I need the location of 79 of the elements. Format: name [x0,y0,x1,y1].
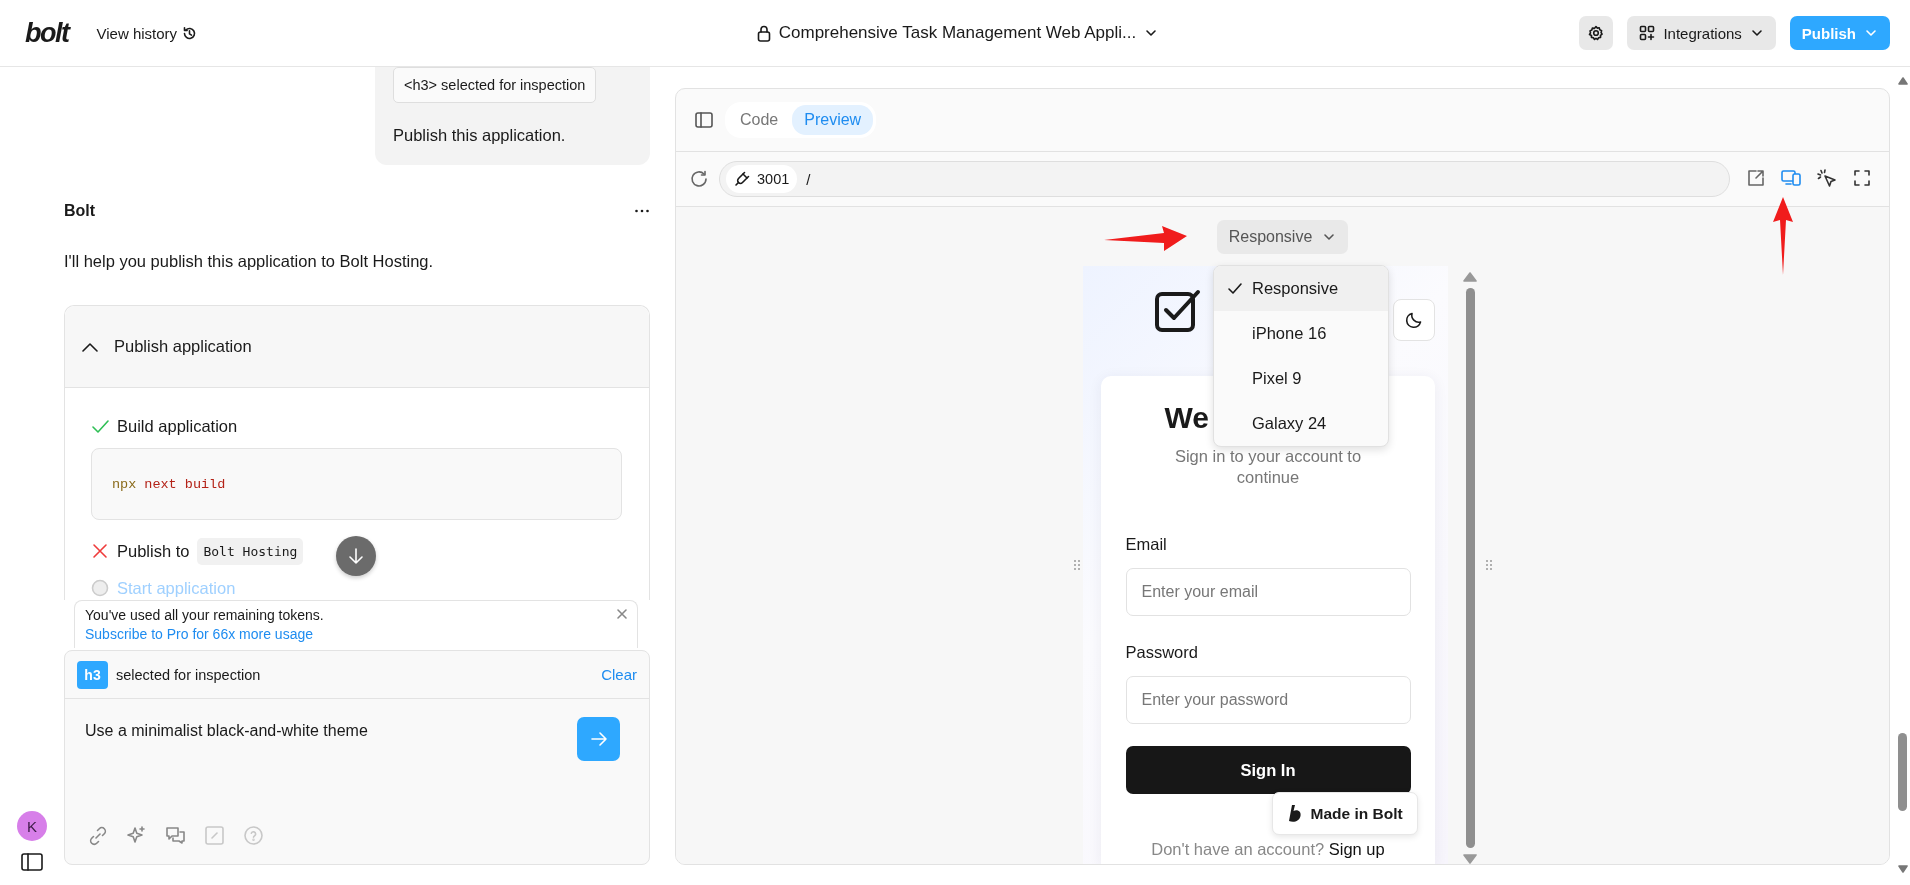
plug-icon [734,171,750,187]
message-input[interactable]: Use a minimalist black-and-white theme [85,719,505,743]
link-icon[interactable] [87,825,108,846]
inspection-label: selected for inspection [116,666,262,683]
send-button[interactable] [577,717,620,761]
chat-bubbles-icon[interactable] [165,825,186,846]
login-subtitle: Sign in to your account to continue [1173,446,1363,488]
grid-plus-icon [1639,25,1656,41]
settings-button[interactable] [1579,16,1614,50]
device-option[interactable]: Responsive [1214,266,1388,311]
device-option[interactable]: Galaxy 24 [1214,401,1388,446]
arrow-right-icon [588,729,609,749]
scrollbar-thumb[interactable] [1465,288,1475,848]
sidebar-toggle-icon[interactable] [21,853,43,871]
address-bar[interactable]: 3001 / [719,161,1730,197]
tab[interactable]: Code [728,105,791,135]
drag-handle-icon[interactable] [1484,559,1493,571]
arrow-down-icon [346,546,366,566]
sign-in-button[interactable]: Sign In [1125,746,1411,794]
history-icon [182,25,198,41]
url-path: / [806,170,811,188]
assistant-message: I'll help you publish this application to Bolt Hosting. [64,251,435,272]
scroll-down-icon[interactable] [1897,865,1908,873]
signup-link[interactable]: Sign up [1328,840,1385,858]
scroll-up-icon[interactable] [1463,272,1477,282]
settings-icon [1588,25,1605,41]
lock-icon [756,24,771,42]
scroll-up-icon[interactable] [1897,77,1908,85]
inline-code: Bolt Hosting [197,537,304,565]
pointer-icon[interactable] [1817,169,1837,189]
email-field[interactable]: Enter your email [1125,568,1411,616]
password-field[interactable]: Enter your password [1125,676,1411,724]
made-in-bolt-badge[interactable]: Made in Bolt [1271,792,1418,835]
chevron-up-icon [82,341,98,352]
code-arguments: next build [144,476,226,492]
code-command: npx [112,476,137,492]
fullscreen-icon[interactable] [1853,169,1871,187]
external-link-icon[interactable] [1747,169,1765,187]
close-icon[interactable] [615,607,629,621]
check-icon [91,417,109,435]
logo[interactable]: bolt [25,17,69,49]
device-option[interactable]: Pixel 9 [1214,356,1388,401]
sidebar-toggle-icon[interactable] [695,112,713,128]
device-option[interactable]: iPhone 16 [1214,311,1388,356]
sparkles-icon[interactable] [126,825,147,846]
moon-icon [1404,311,1423,329]
circle-icon [91,579,109,597]
subscribe-link[interactable]: Subscribe to Pro for 66x more usage [85,625,313,644]
integrations-button[interactable]: Integrations [1627,16,1776,50]
scroll-down-icon[interactable] [1463,854,1477,864]
drag-handle-icon[interactable] [1072,559,1081,571]
scrollbar-thumb[interactable] [1898,733,1907,811]
element-tag: h3 [77,660,108,689]
step-label: Start application [117,578,236,598]
user-avatar[interactable]: K [17,811,47,841]
step-label: Publish to [117,541,190,561]
step-label: Build application [117,416,238,436]
signup-prompt: Don't have an account? Sign up [1150,840,1386,859]
assistant-name: Bolt [64,202,96,220]
more-icon[interactable] [634,208,650,214]
port-badge: 3001 [726,165,798,193]
checkbox-logo-icon [1154,288,1201,332]
field-label: Email [1125,535,1168,554]
login-heading: We [1164,400,1209,436]
bolt-b-icon [1286,803,1303,824]
view-history-button[interactable]: View history [96,24,198,42]
device-dropdown[interactable]: Responsive [1216,220,1349,254]
field-label: Password [1125,643,1199,662]
devices-icon[interactable] [1781,169,1801,187]
x-icon [91,542,109,560]
message-text: Publish this application. [393,125,567,146]
check-icon [1226,280,1243,297]
action-card-header[interactable]: Publish application [65,306,649,388]
scroll-down-button[interactable] [336,536,376,576]
theme-toggle-button[interactable] [1392,299,1435,341]
project-title: Comprehensive Task Management Web Appli... [778,23,1137,43]
reload-icon[interactable] [690,170,708,188]
inspection-chip: <h3> selected for inspection [393,67,597,103]
notice-text: You've used all your remaining tokens. [85,606,324,625]
